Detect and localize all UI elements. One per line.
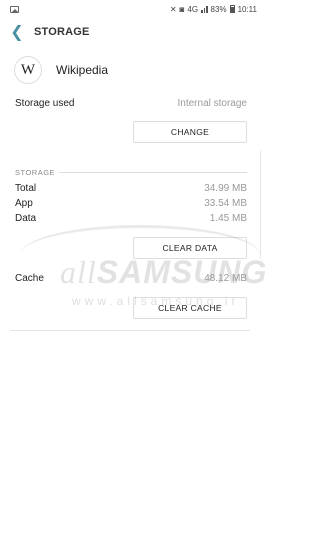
app-bar: ❮ STORAGE	[0, 18, 263, 46]
edge-panel-handle[interactable]	[260, 150, 263, 260]
network-type: 4G	[187, 4, 199, 14]
page-title: STORAGE	[34, 26, 90, 38]
storage-row-value: 1.45 MB	[209, 213, 247, 224]
cache-label: Cache	[15, 273, 44, 284]
watermark-url: www.allsamsung.ir	[72, 294, 240, 308]
clock: 10:11	[237, 4, 257, 14]
storage-row-data: Data 1.45 MB	[15, 213, 247, 224]
back-button[interactable]: ❮	[0, 18, 34, 46]
app-name: Wikipedia	[56, 63, 109, 77]
mute-icon: ✕	[169, 4, 177, 14]
image-notification-icon	[10, 5, 19, 13]
storage-row-label: App	[15, 198, 33, 209]
status-left	[10, 5, 19, 13]
storage-section-header: STORAGE	[15, 168, 247, 177]
storage-row-total: Total 34.99 MB	[15, 183, 247, 194]
divider	[10, 330, 250, 331]
alarm-icon: ◙	[179, 4, 185, 14]
status-bar: ✕ ◙ 4G 83% 10:11	[0, 0, 263, 18]
storage-used-value: Internal storage	[177, 98, 248, 109]
change-button[interactable]: CHANGE	[133, 121, 247, 143]
wikipedia-logo-icon: W	[14, 56, 42, 84]
signal-icon	[201, 5, 208, 13]
storage-section-title: STORAGE	[15, 168, 56, 177]
storage-row-label: Data	[15, 213, 37, 224]
watermark-logo: allSAMSUNG	[60, 254, 267, 291]
status-right: ✕ ◙ 4G 83% 10:11	[170, 5, 257, 14]
watermark-brand: SAMSUNG	[96, 254, 268, 290]
storage-row-app: App 33.54 MB	[15, 198, 247, 209]
back-arrow-icon: ❮	[10, 24, 24, 41]
battery-icon	[229, 5, 235, 13]
app-header: W Wikipedia	[14, 56, 108, 84]
storage-used-label: Storage used	[15, 98, 75, 109]
battery-percent: 83%	[210, 4, 227, 14]
storage-used-row: Storage used Internal storage	[15, 98, 247, 109]
storage-row-value: 34.99 MB	[204, 183, 247, 194]
storage-row-label: Total	[15, 183, 37, 194]
watermark-prefix: all	[60, 254, 97, 290]
storage-row-value: 33.54 MB	[204, 198, 247, 209]
